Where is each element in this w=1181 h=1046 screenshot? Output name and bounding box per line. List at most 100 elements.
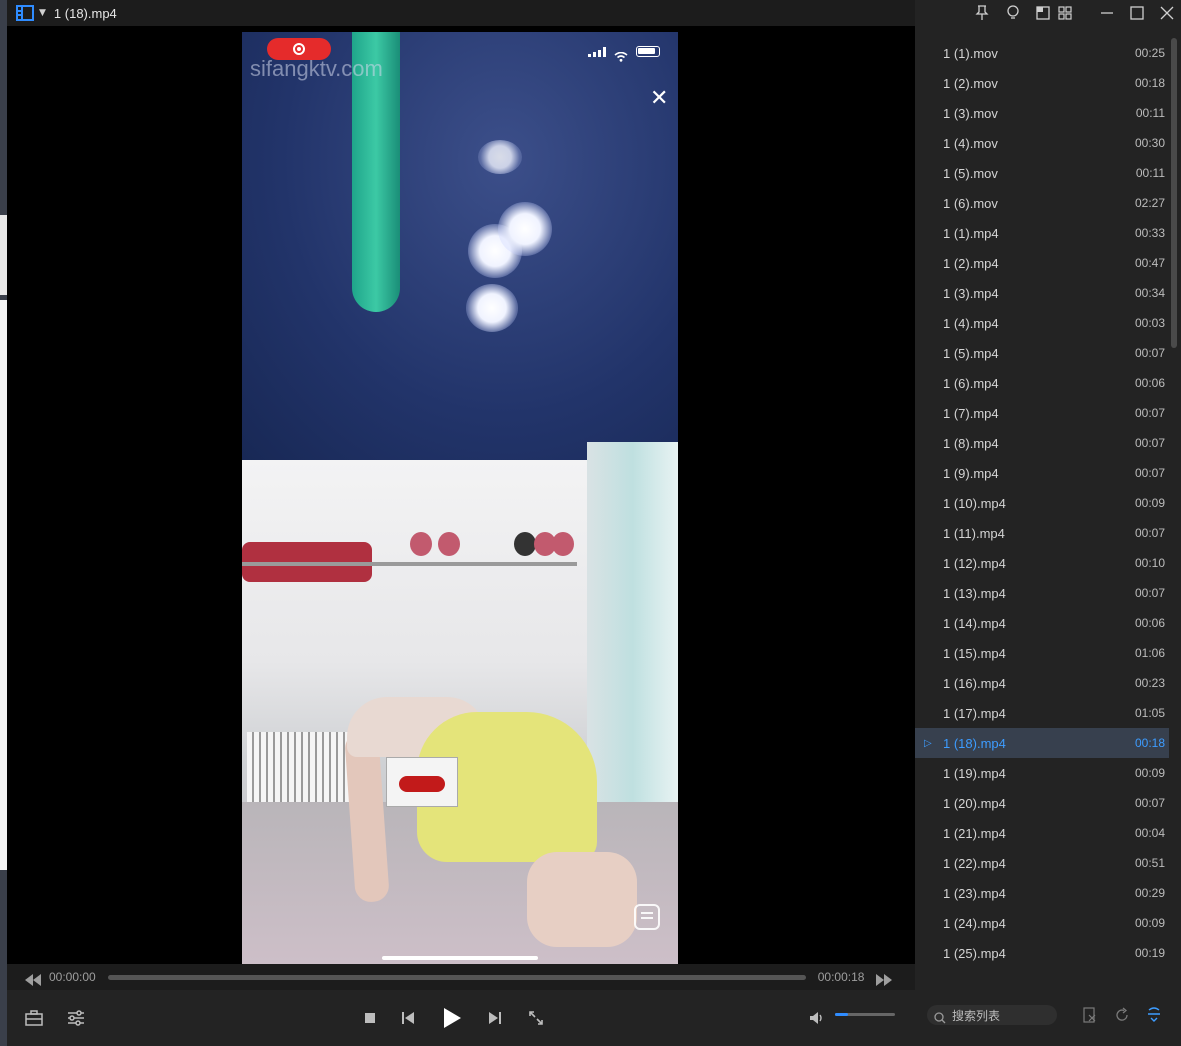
current-time: 00:00:00 xyxy=(49,970,96,984)
playlist-item[interactable]: 1 (15).mp4 01:06 xyxy=(915,638,1169,668)
playlist-item-duration: 00:29 xyxy=(1134,886,1165,900)
video-close-icon: ✕ xyxy=(650,86,669,111)
menu-caret-icon[interactable]: ▼ xyxy=(39,8,46,18)
playlist-item-name: 1 (16).mp4 xyxy=(943,675,1006,691)
document-icon xyxy=(634,904,660,930)
desktop-background-strip xyxy=(0,0,7,1046)
video-frame: sifangktv.com ✕ xyxy=(242,32,678,964)
playlist-item[interactable]: 1 (13).mp4 00:07 xyxy=(915,578,1169,608)
playlist-item[interactable]: 1 (5).mov 00:11 xyxy=(915,158,1169,188)
playlist-search[interactable]: 搜索列表 xyxy=(927,1005,1057,1025)
mini-mode-icon[interactable] xyxy=(1036,5,1052,21)
playlist-scrollbar[interactable] xyxy=(1171,38,1177,348)
playlist-item-name: 1 (25).mp4 xyxy=(943,945,1006,961)
playlist-item[interactable]: 1 (5).mp4 00:07 xyxy=(915,338,1169,368)
playlist-item[interactable]: 1 (23).mp4 00:29 xyxy=(915,878,1169,908)
playlist-item-name: 1 (18).mp4 xyxy=(943,735,1006,751)
playlist-item-duration: 00:51 xyxy=(1134,856,1165,870)
playlist-item[interactable]: 1 (25).mp4 00:19 xyxy=(915,938,1169,968)
playlist-item-name: 1 (23).mp4 xyxy=(943,885,1006,901)
playlist-item[interactable]: 1 (2).mp4 00:47 xyxy=(915,248,1169,278)
bulb-icon[interactable] xyxy=(1006,5,1022,21)
playlist-item-name: 1 (17).mp4 xyxy=(943,705,1006,721)
settings-sliders-icon[interactable] xyxy=(66,990,86,1046)
close-icon[interactable] xyxy=(1160,5,1176,21)
playlist-item[interactable]: 1 (7).mp4 00:07 xyxy=(915,398,1169,428)
playlist-item[interactable]: 1 (1).mp4 00:33 xyxy=(915,218,1169,248)
playlist-item[interactable]: ▷ 1 (18).mp4 00:18 xyxy=(915,728,1169,758)
playlist-item[interactable]: 1 (9).mp4 00:07 xyxy=(915,458,1169,488)
playlist-item[interactable]: 1 (6).mp4 00:06 xyxy=(915,368,1169,398)
playlist-item[interactable]: 1 (22).mp4 00:51 xyxy=(915,848,1169,878)
rewind-icon[interactable] xyxy=(25,971,41,986)
stop-icon[interactable] xyxy=(363,990,377,1046)
search-placeholder: 搜索列表 xyxy=(952,1008,1001,1023)
playlist-item[interactable]: 1 (24).mp4 00:09 xyxy=(915,908,1169,938)
playlist-item-duration: 00:30 xyxy=(1134,136,1165,150)
playlist-item[interactable]: 1 (14).mp4 00:06 xyxy=(915,608,1169,638)
playlist-item-duration: 00:07 xyxy=(1134,526,1165,540)
playlist-item-duration: 01:06 xyxy=(1134,646,1165,660)
video-area[interactable]: sifangktv.com ✕ xyxy=(7,26,915,964)
playlist-item-duration: 00:07 xyxy=(1134,436,1165,450)
playlist-item-name: 1 (5).mp4 xyxy=(943,345,999,361)
layout-icon[interactable] xyxy=(1058,5,1074,21)
playlist-item-name: 1 (20).mp4 xyxy=(943,795,1006,811)
playlist-item-name: 1 (5).mov xyxy=(943,165,998,181)
playlist-item-duration: 00:07 xyxy=(1134,346,1165,360)
sort-icon[interactable] xyxy=(1146,1006,1162,1022)
playlist-item[interactable]: 1 (2).mov 00:18 xyxy=(915,68,1169,98)
playlist-item-name: 1 (6).mp4 xyxy=(943,375,999,391)
playlist-item[interactable]: 1 (10).mp4 00:09 xyxy=(915,488,1169,518)
playlist-item-duration: 00:25 xyxy=(1134,46,1165,60)
playlist-item[interactable]: 1 (6).mov 02:27 xyxy=(915,188,1169,218)
search-icon xyxy=(934,1009,946,1024)
playlist-item-name: 1 (10).mp4 xyxy=(943,495,1006,511)
home-indicator xyxy=(382,956,538,960)
next-icon[interactable] xyxy=(487,990,503,1046)
pin-icon[interactable] xyxy=(975,5,991,21)
clear-list-icon[interactable] xyxy=(1083,1007,1099,1023)
volume-icon[interactable] xyxy=(808,990,826,1046)
playlist-item[interactable]: 1 (3).mov 00:11 xyxy=(915,98,1169,128)
playlist-item-name: 1 (2).mov xyxy=(943,75,998,91)
playlist-item[interactable]: 1 (4).mp4 00:03 xyxy=(915,308,1169,338)
total-time: 00:00:18 xyxy=(817,970,865,984)
playlist-item[interactable]: 1 (1).mov 00:25 xyxy=(915,38,1169,68)
previous-icon[interactable] xyxy=(400,990,416,1046)
playlist-item-duration: 00:07 xyxy=(1134,406,1165,420)
playlist-item-duration: 00:09 xyxy=(1134,766,1165,780)
playlist-item[interactable]: 1 (4).mov 00:30 xyxy=(915,128,1169,158)
minimize-icon[interactable] xyxy=(1100,5,1116,21)
progress-row: 00:00:00 00:00:18 xyxy=(7,964,915,990)
playlist-item-name: 1 (7).mp4 xyxy=(943,405,999,421)
progress-bar[interactable] xyxy=(107,974,806,980)
toolbox-icon[interactable] xyxy=(24,990,44,1046)
fast-forward-icon[interactable] xyxy=(876,971,893,986)
playlist-item-duration: 00:07 xyxy=(1134,586,1165,600)
play-icon[interactable] xyxy=(441,990,463,1046)
film-logo-icon[interactable] xyxy=(16,5,34,21)
playlist-item-duration: 01:05 xyxy=(1134,706,1165,720)
playlist-item[interactable]: 1 (20).mp4 00:07 xyxy=(915,788,1169,818)
playlist-item-duration: 00:07 xyxy=(1134,466,1165,480)
playlist-item-name: 1 (22).mp4 xyxy=(943,855,1006,871)
title-bar: ▼ 1 (18).mp4 xyxy=(7,0,915,26)
fullscreen-icon[interactable] xyxy=(527,990,545,1046)
playlist-item[interactable]: 1 (17).mp4 01:05 xyxy=(915,698,1169,728)
playlist-item-name: 1 (3).mp4 xyxy=(943,285,999,301)
playlist-item[interactable]: 1 (8).mp4 00:07 xyxy=(915,428,1169,458)
playlist-item[interactable]: 1 (12).mp4 00:10 xyxy=(915,548,1169,578)
playlist-item[interactable]: 1 (19).mp4 00:09 xyxy=(915,758,1169,788)
playlist-item[interactable]: 1 (16).mp4 00:23 xyxy=(915,668,1169,698)
maximize-icon[interactable] xyxy=(1130,5,1146,21)
playlist-item-name: 1 (15).mp4 xyxy=(943,645,1006,661)
loop-icon[interactable] xyxy=(1114,1007,1130,1023)
playlist-item[interactable]: 1 (3).mp4 00:34 xyxy=(915,278,1169,308)
playlist-item-name: 1 (1).mp4 xyxy=(943,225,999,241)
video-window xyxy=(587,442,678,842)
playlist-item-name: 1 (2).mp4 xyxy=(943,255,999,271)
playlist-item[interactable]: 1 (11).mp4 00:07 xyxy=(915,518,1169,548)
playlist-item[interactable]: 1 (21).mp4 00:04 xyxy=(915,818,1169,848)
now-playing-icon: ▷ xyxy=(924,737,932,749)
